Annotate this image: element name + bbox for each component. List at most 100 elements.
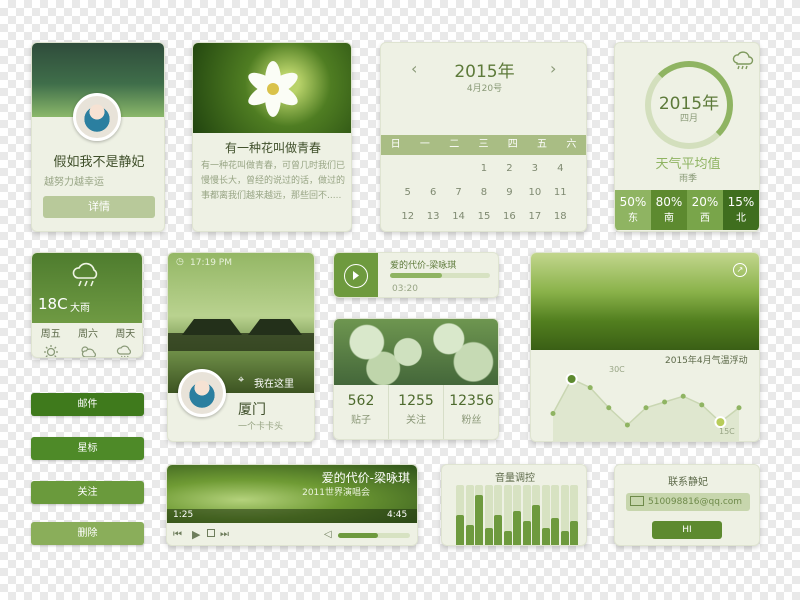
detail-button[interactable]: 详情 bbox=[43, 196, 155, 218]
forecast-day: 周天 bbox=[107, 325, 142, 357]
volume-icon[interactable]: ◁ bbox=[324, 529, 332, 540]
music-player-card: 爱的代价-梁咏琪 2011世界演唱会 1:25 4:45 ⏮ ▶ ⏭ ◁ bbox=[166, 464, 418, 546]
direction-label: 西 bbox=[700, 213, 710, 224]
calendar-day[interactable]: 15 bbox=[471, 209, 496, 225]
volume-control-title: 音量调控 bbox=[495, 473, 535, 484]
flower-image bbox=[193, 43, 351, 133]
volume-band-slider[interactable] bbox=[560, 485, 569, 545]
calendar-card: ‹ › 2015年 4月20号 日一二三四五六 1 2 3 4 5 6 7 8 9 10 11 12 1… bbox=[380, 42, 587, 232]
temperature-point bbox=[680, 393, 686, 399]
volume-band-slider[interactable] bbox=[532, 485, 540, 545]
location-subtitle: 一个卡卡头 bbox=[238, 422, 284, 432]
calendar-day[interactable]: 12 bbox=[395, 209, 420, 225]
previous-icon[interactable]: ⏮ bbox=[173, 529, 182, 540]
contact-card: 联系静妃 510098816@qq.com HI bbox=[614, 464, 760, 546]
calendar-day[interactable]: 6 bbox=[420, 185, 445, 201]
email-value: 510098816@qq.com bbox=[648, 497, 743, 507]
player-subtitle: 2011世界演唱会 bbox=[302, 488, 370, 498]
temperature-point bbox=[565, 373, 578, 385]
avatar[interactable] bbox=[73, 93, 121, 141]
stat-value: 562 bbox=[347, 393, 375, 409]
calendar-day[interactable]: 11 bbox=[548, 185, 573, 201]
volume-band-slider[interactable] bbox=[494, 485, 502, 545]
volume-band-slider[interactable] bbox=[551, 485, 559, 545]
temperature-area bbox=[553, 379, 739, 441]
volume-band-slider[interactable] bbox=[456, 485, 464, 545]
direction-value: 15% bbox=[727, 195, 755, 209]
avg-month: 四月 bbox=[679, 114, 698, 124]
volume-slider[interactable] bbox=[338, 533, 410, 538]
temperature-point bbox=[643, 405, 649, 411]
player-timebar[interactable] bbox=[167, 509, 417, 523]
mail-icon bbox=[630, 496, 644, 506]
profile-card: 假如我不是静妃 越努力越幸运 详情 bbox=[31, 42, 165, 232]
weather-card: 18C 大雨 周五 周六 周天 bbox=[31, 252, 143, 358]
calendar-date: 4月20号 bbox=[466, 84, 503, 94]
play-circle-icon[interactable] bbox=[344, 264, 368, 288]
song-mini-progress[interactable] bbox=[390, 273, 490, 278]
grass-image bbox=[531, 253, 759, 350]
side-button[interactable]: 星标 bbox=[31, 437, 144, 460]
calendar-day[interactable]: 13 bbox=[420, 209, 445, 225]
location-city: 厦门 bbox=[238, 402, 266, 418]
calendar-day[interactable]: 9 bbox=[497, 185, 522, 201]
volume-band-slider[interactable] bbox=[522, 485, 531, 545]
play-icon[interactable]: ▶ bbox=[192, 528, 200, 541]
calendar-day[interactable]: 1 bbox=[471, 161, 496, 177]
calendar-day[interactable]: 7 bbox=[446, 185, 471, 201]
next-icon[interactable]: ⏭ bbox=[220, 529, 229, 540]
volume-band-slider[interactable] bbox=[541, 485, 550, 545]
hi-button[interactable]: HI bbox=[652, 521, 722, 539]
volume-band-slider[interactable] bbox=[513, 485, 521, 545]
weekday-label: 四 bbox=[507, 139, 518, 150]
stat-item[interactable]: 562 贴子 bbox=[334, 385, 389, 439]
compass-icon[interactable]: ↗ bbox=[733, 263, 747, 277]
weekday-label: 一 bbox=[419, 139, 430, 150]
flower-title: 有一种花叫做青春 bbox=[224, 141, 321, 155]
weekday-label: 五 bbox=[537, 139, 548, 150]
calendar-day bbox=[446, 161, 471, 177]
location-card: ◷ 17:19 PM ⌖ 我在这里 厦门 一个卡卡头 bbox=[167, 252, 315, 442]
stat-item[interactable]: 12356 粉丝 bbox=[444, 385, 498, 439]
volume-band-slider[interactable] bbox=[465, 485, 474, 545]
volume-band-slider[interactable] bbox=[570, 485, 578, 545]
stop-icon[interactable] bbox=[207, 529, 215, 537]
profile-tagline: 越努力越幸运 bbox=[44, 177, 104, 188]
calendar-day[interactable]: 2 bbox=[497, 161, 522, 177]
calendar-day[interactable]: 4 bbox=[548, 161, 573, 177]
stat-label: 贴子 bbox=[351, 415, 371, 426]
side-button[interactable]: 删除 bbox=[31, 522, 144, 545]
calendar-day[interactable]: 3 bbox=[522, 161, 547, 177]
weather-average-card: 2015年 四月 天气平均值 雨季 50% 东 80% 南 20% 西 15% 北 bbox=[614, 42, 760, 232]
temperature-low: 15C bbox=[719, 427, 735, 436]
calendar-day[interactable]: 16 bbox=[497, 209, 522, 225]
direction-value: 20% bbox=[691, 195, 719, 209]
song-mini-title: 爱的代价-梁咏琪 bbox=[390, 261, 457, 271]
email-field[interactable]: 510098816@qq.com bbox=[626, 493, 750, 511]
location-here: 我在这里 bbox=[254, 379, 294, 390]
calendar-grid: 1234567891011121314151617181920212223242… bbox=[395, 161, 573, 231]
forecast-day-label: 周天 bbox=[115, 329, 136, 340]
side-button[interactable]: 邮件 bbox=[31, 393, 144, 416]
volume-band-slider[interactable] bbox=[484, 485, 493, 545]
volume-control-card: 音量调控 bbox=[441, 464, 587, 546]
avatar[interactable] bbox=[178, 369, 226, 417]
temperature-point bbox=[550, 411, 556, 416]
forecast-day: 周五 bbox=[32, 325, 69, 357]
stat-item[interactable]: 1255 关注 bbox=[389, 385, 444, 439]
calendar-day[interactable]: 5 bbox=[395, 185, 420, 201]
stat-label: 关注 bbox=[406, 415, 426, 426]
volume-band-slider[interactable] bbox=[503, 485, 512, 545]
direction-label: 南 bbox=[664, 213, 674, 224]
calendar-day[interactable]: 17 bbox=[522, 209, 547, 225]
calendar-day[interactable]: 10 bbox=[522, 185, 547, 201]
heavy-rain-icon bbox=[70, 261, 104, 293]
calendar-day[interactable]: 18 bbox=[548, 209, 573, 225]
temperature-point bbox=[714, 416, 727, 429]
flower-body: 有一种花叫做青春，可曾几时我们已慢慢长大，曾经的说过的话，做过的事都离我们越来越… bbox=[201, 161, 346, 201]
volume-band-slider[interactable] bbox=[475, 485, 483, 545]
side-button[interactable]: 关注 bbox=[31, 481, 144, 504]
calendar-day[interactable]: 14 bbox=[446, 209, 471, 225]
song-mini-card: 爱的代价-梁咏琪 03:20 bbox=[333, 252, 499, 298]
calendar-day[interactable]: 8 bbox=[471, 185, 496, 201]
